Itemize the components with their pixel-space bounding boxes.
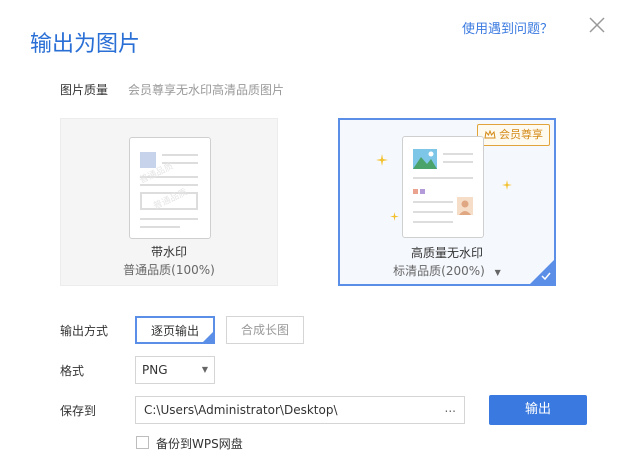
image-icon [413,149,437,169]
option-subtitle: 普通品质(100%) [123,263,215,277]
quality-label: 图片质量 [60,83,109,97]
close-icon[interactable] [586,14,608,36]
page-by-page-button[interactable]: 逐页输出 [135,316,215,344]
save-to-label: 保存到 [60,404,97,418]
help-link[interactable]: 使用遇到问题？ [462,18,553,37]
backup-checkbox[interactable] [136,436,149,449]
chevron-down-icon: ▼ [201,365,208,374]
backup-label: 备份到WPS网盘 [156,437,243,451]
quality-option-hq[interactable]: 会员尊享 高质量无水印 标清品质(200%) ▼ [338,118,556,286]
avatar-icon [457,197,473,215]
export-button[interactable]: 输出 [489,395,587,425]
sparkle-icon [376,154,388,166]
quality-hint: 会员尊享无水印高清品质图片 [128,83,285,97]
option-subtitle[interactable]: 标清品质(200%) ▼ [340,262,554,279]
sparkle-icon [390,212,399,221]
check-icon [541,272,551,281]
watermark-doc-preview: 普通品质 普通品质 [129,137,211,239]
vip-badge: 会员尊享 [477,124,550,146]
selected-corner [201,330,215,344]
dialog-title: 输出为图片 [30,32,141,57]
format-select[interactable]: PNG ▼ [135,356,215,384]
format-label: 格式 [60,364,85,378]
chevron-down-icon[interactable]: ▼ [495,268,501,277]
crown-icon [484,130,496,139]
hq-doc-preview [402,136,484,238]
vip-badge-label: 会员尊享 [499,128,543,141]
output-mode-label: 输出方式 [60,324,109,338]
browse-button[interactable]: ... [445,395,456,421]
sparkle-icon [502,180,512,190]
option-title: 高质量无水印 [410,246,483,260]
long-image-button[interactable]: 合成长图 [226,316,304,344]
save-path-input[interactable]: C:\Users\Administrator\Desktop\ ... [135,396,465,424]
option-title: 带水印 [150,245,187,259]
quality-option-watermark[interactable]: 普通品质 普通品质 带水印 普通品质(100%) [60,118,278,286]
